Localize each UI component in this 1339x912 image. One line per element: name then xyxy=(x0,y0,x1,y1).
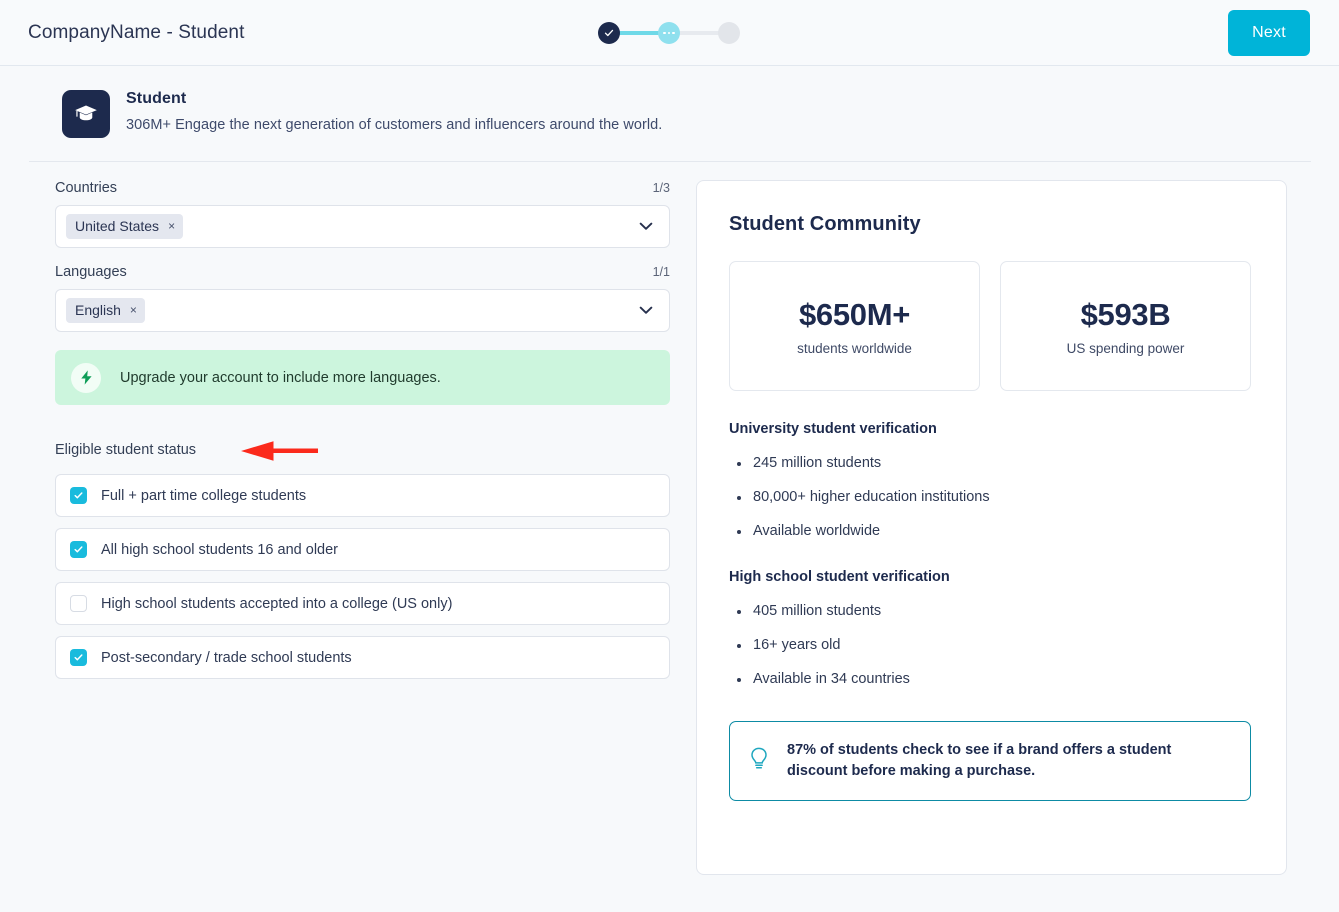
section-heading-university: University student verification xyxy=(729,421,937,437)
countries-field: Countries 1/3 United States × xyxy=(55,180,672,248)
list-item: Available in 34 countries xyxy=(729,671,1251,687)
eligible-option-row[interactable]: Post-secondary / trade school students xyxy=(55,636,670,679)
languages-field-header: Languages 1/1 xyxy=(55,264,670,280)
stats-row: $650M+ students worldwide $593B US spend… xyxy=(729,261,1251,391)
upgrade-banner-text: Upgrade your account to include more lan… xyxy=(120,369,441,386)
section-heading-highschool: High school student verification xyxy=(729,569,950,585)
country-tag-label: United States xyxy=(75,218,160,234)
lightbulb-icon xyxy=(748,746,770,777)
eligible-option-label: All high school students 16 and older xyxy=(101,541,338,558)
languages-select[interactable]: English × xyxy=(55,289,670,332)
list-item: Available worldwide xyxy=(729,523,1251,539)
stat-card: $593B US spending power xyxy=(1000,261,1251,391)
list-item: 16+ years old xyxy=(729,637,1251,653)
checkbox-unchecked-icon[interactable] xyxy=(70,595,87,612)
progress-stepper xyxy=(598,22,740,44)
top-bar: CompanyName - Student Next xyxy=(0,0,1339,66)
checkbox-checked-icon[interactable] xyxy=(70,649,87,666)
check-icon xyxy=(604,29,614,37)
university-verification-list: 245 million students 80,000+ higher educ… xyxy=(729,455,1251,539)
step-3-upcoming[interactable] xyxy=(718,22,740,44)
languages-label: Languages xyxy=(55,264,127,280)
ellipsis-icon xyxy=(663,31,675,35)
eligible-option-row[interactable]: Full + part time college students xyxy=(55,474,670,517)
country-tag[interactable]: United States × xyxy=(66,214,184,239)
highschool-verification-list: 405 million students 16+ years old Avail… xyxy=(729,603,1251,687)
languages-counter: 1/1 xyxy=(652,265,670,279)
tip-callout: 87% of students check to see if a brand … xyxy=(729,721,1251,802)
eligible-option-label: High school students accepted into a col… xyxy=(101,595,453,612)
page-title: CompanyName - Student xyxy=(28,21,245,43)
red-left-arrow-annotation xyxy=(220,439,320,468)
stepper-connector-idle xyxy=(679,31,719,35)
eligible-option-label: Post-secondary / trade school students xyxy=(101,649,352,666)
hero-title: Student xyxy=(126,90,187,107)
student-community-panel: Student Community $650M+ students worldw… xyxy=(696,180,1287,875)
eligible-option-label: Full + part time college students xyxy=(101,487,307,504)
tip-text: 87% of students check to see if a brand … xyxy=(787,742,1172,780)
chevron-down-icon[interactable] xyxy=(639,218,653,236)
stat-value: $650M+ xyxy=(798,296,911,332)
countries-label: Countries xyxy=(55,180,118,196)
stat-label: US spending power xyxy=(1066,340,1185,356)
info-column: Student Community $650M+ students worldw… xyxy=(672,180,1339,875)
eligible-status-header: Eligible student status xyxy=(55,441,672,461)
stat-value: $593B xyxy=(1080,296,1171,332)
panel-title: Student Community xyxy=(729,213,921,235)
hero-section: Student 306M+ Engage the next generation… xyxy=(0,66,1339,138)
countries-select[interactable]: United States × xyxy=(55,205,670,248)
step-1-completed[interactable] xyxy=(598,22,620,44)
main-content: Countries 1/3 United States × Languages … xyxy=(0,162,1339,875)
eligible-status-label: Eligible student status xyxy=(55,442,197,458)
eligible-option-row[interactable]: All high school students 16 and older xyxy=(55,528,670,571)
list-item: 405 million students xyxy=(729,603,1251,619)
checkbox-checked-icon[interactable] xyxy=(70,487,87,504)
stat-label: students worldwide xyxy=(797,340,912,356)
languages-field: Languages 1/1 English × xyxy=(55,264,672,332)
lightning-bolt-icon xyxy=(71,362,101,393)
step-2-current[interactable] xyxy=(658,22,680,44)
chevron-down-icon[interactable] xyxy=(639,302,653,320)
form-column: Countries 1/3 United States × Languages … xyxy=(0,180,672,690)
stepper-connector-active xyxy=(619,31,659,35)
next-button[interactable]: Next xyxy=(1228,10,1310,56)
checkbox-checked-icon[interactable] xyxy=(70,541,87,558)
list-item: 245 million students xyxy=(729,455,1251,471)
country-tag-remove-icon[interactable]: × xyxy=(168,220,175,232)
countries-counter: 1/3 xyxy=(652,181,670,195)
language-tag-label: English xyxy=(75,302,121,318)
language-tag-remove-icon[interactable]: × xyxy=(130,304,137,316)
stat-card: $650M+ students worldwide xyxy=(729,261,980,391)
graduation-cap-icon xyxy=(62,90,110,138)
eligible-option-row[interactable]: High school students accepted into a col… xyxy=(55,582,670,625)
hero-subtitle: 306M+ Engage the next generation of cust… xyxy=(126,117,663,133)
list-item: 80,000+ higher education institutions xyxy=(729,489,1251,505)
countries-field-header: Countries 1/3 xyxy=(55,180,670,196)
language-tag[interactable]: English × xyxy=(66,298,145,323)
upgrade-banner[interactable]: Upgrade your account to include more lan… xyxy=(55,350,670,405)
